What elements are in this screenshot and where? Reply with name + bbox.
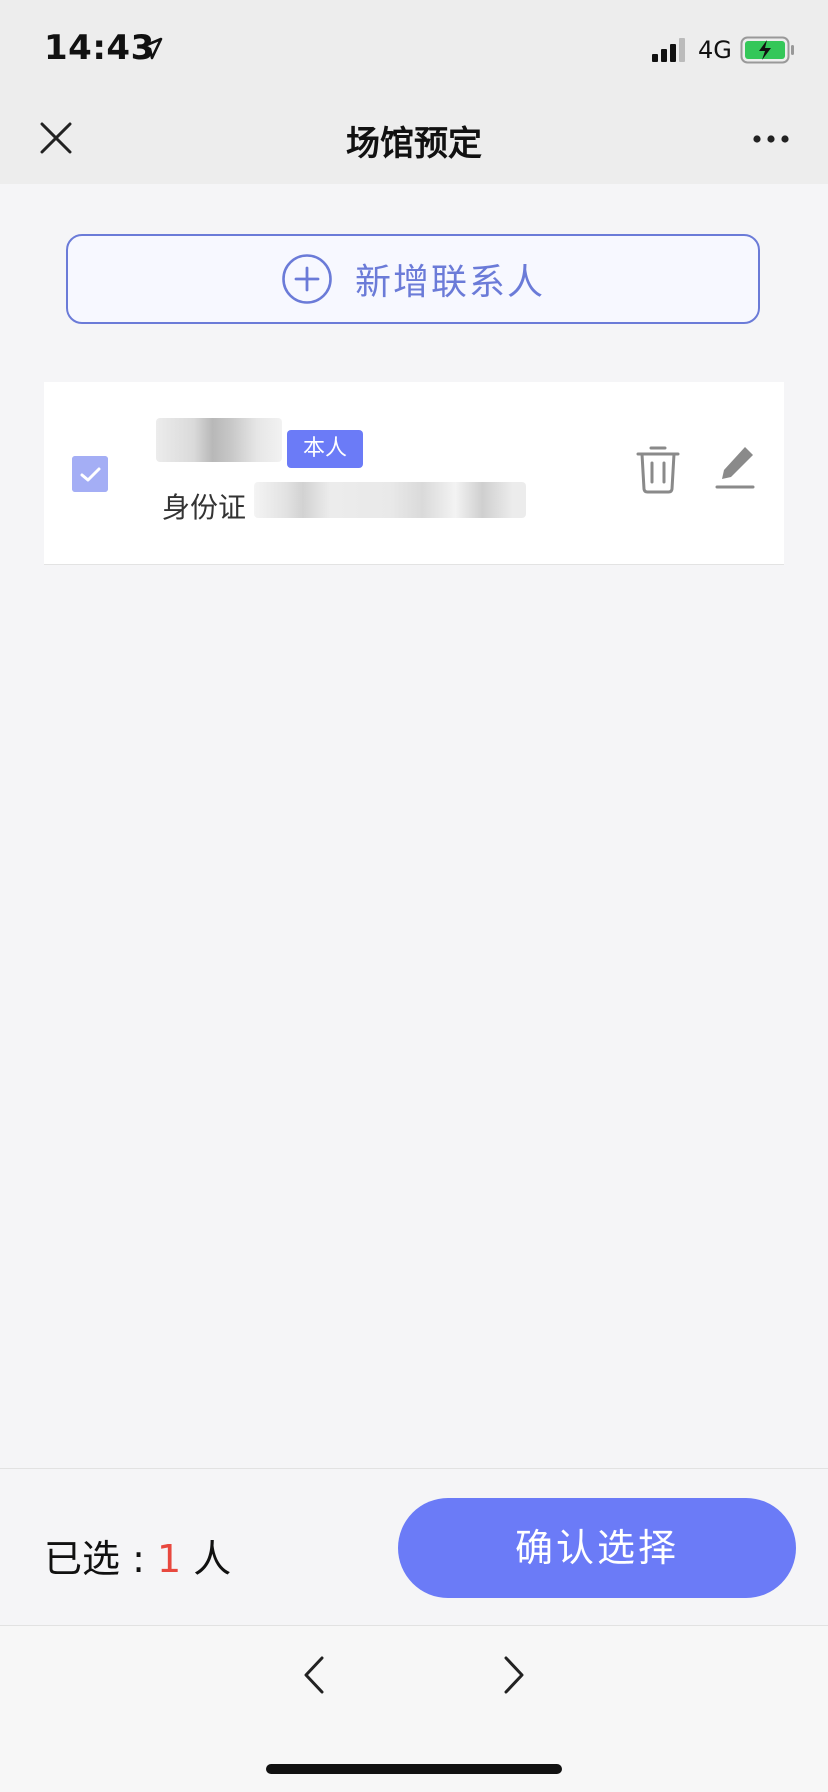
checkbox-checked-icon[interactable]: [72, 456, 108, 492]
home-indicator: [266, 1764, 562, 1774]
location-arrow-icon: [140, 37, 163, 60]
self-badge: 本人: [287, 430, 363, 468]
confirm-button[interactable]: 确认选择: [398, 1498, 796, 1598]
pencil-icon[interactable]: [714, 444, 756, 490]
add-contact-label: 新增联系人: [354, 262, 545, 303]
signal-bars-icon: [652, 38, 685, 62]
selected-prefix: 已选 :: [44, 1537, 157, 1581]
more-icon[interactable]: [752, 134, 790, 144]
contact-name-redacted: [156, 418, 282, 462]
add-contact-button[interactable]: 新增联系人: [66, 234, 760, 324]
trash-icon[interactable]: [634, 442, 682, 494]
back-arrow-icon[interactable]: [300, 1654, 328, 1696]
id-type-label: 身份证: [162, 491, 247, 524]
selected-count: 已选 : 1 人: [44, 1528, 231, 1583]
id-number-redacted: [254, 482, 526, 518]
network-label: 4G: [698, 36, 732, 64]
selected-count-number: 1: [156, 1537, 182, 1581]
page-title: 场馆预定: [346, 124, 482, 164]
contact-card[interactable]: 本人 身份证: [44, 382, 784, 565]
plus-circle-icon: [282, 254, 332, 304]
forward-arrow-icon[interactable]: [500, 1654, 528, 1696]
selected-suffix: 人: [181, 1537, 232, 1581]
battery-charging-icon: [740, 36, 794, 64]
